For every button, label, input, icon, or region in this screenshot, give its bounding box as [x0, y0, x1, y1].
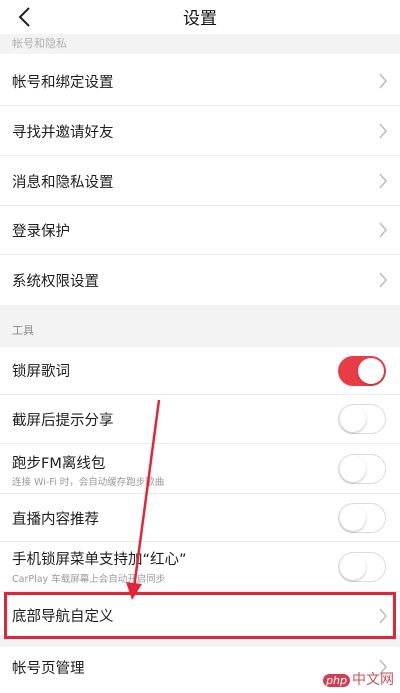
top-bar: 设置	[0, 0, 400, 34]
settings-row-system-permissions[interactable]: 系统权限设置	[0, 255, 400, 305]
chevron-right-icon	[379, 272, 387, 288]
row-label: 帐号页管理	[12, 661, 85, 677]
settings-row-bottom-nav-customize[interactable]: 底部导航自定义	[0, 592, 400, 639]
watermark-text: 中文网	[352, 672, 394, 688]
section-label: 帐号和隐私	[12, 37, 67, 50]
settings-row-live-recommend: 直播内容推荐	[0, 494, 400, 542]
section-header-account: 帐号和隐私	[0, 34, 400, 54]
row-label: 手机锁屏菜单支持加“红心”	[12, 552, 187, 568]
row-label: 消息和隐私设置	[12, 175, 114, 191]
toggle-knob	[340, 505, 366, 531]
settings-row-screenshot-share: 截屏后提示分享	[0, 395, 400, 444]
live-recommend-toggle[interactable]	[338, 503, 386, 533]
row-sublabel: CarPlay 车载屏幕上会自动开启同步	[12, 574, 166, 585]
watermark-logo: php	[323, 674, 350, 687]
settings-row-lockscreen-lyrics: 锁屏歌词	[0, 347, 400, 395]
toggle-knob	[340, 406, 366, 432]
settings-row-login-protection[interactable]: 登录保护	[0, 206, 400, 255]
section-header-tools: 工具	[0, 305, 400, 347]
row-label: 锁屏歌词	[12, 364, 70, 380]
row-sublabel: 连接 Wi-Fi 时，会自动缓存跑步歌曲	[12, 477, 165, 488]
settings-row-lockscreen-heart: 手机锁屏菜单支持加“红心” CarPlay 车载屏幕上会自动开启同步	[0, 542, 400, 592]
screenshot-share-toggle[interactable]	[338, 404, 386, 434]
chevron-right-icon	[379, 173, 387, 189]
row-label: 跑步FM离线包	[12, 456, 106, 472]
settings-row-message-privacy[interactable]: 消息和隐私设置	[0, 156, 400, 206]
section-label: 工具	[12, 324, 34, 337]
row-label: 直播内容推荐	[12, 512, 99, 528]
row-label: 寻找并邀请好友	[12, 125, 114, 141]
chevron-right-icon	[379, 222, 387, 238]
settings-row-account-binding[interactable]: 帐号和绑定设置	[0, 57, 400, 106]
settings-row-running-fm-offline: 跑步FM离线包 连接 Wi-Fi 时，会自动缓存跑步歌曲	[0, 444, 400, 494]
row-label: 底部导航自定义	[12, 609, 114, 625]
chevron-right-icon	[379, 608, 387, 624]
toggle-knob	[340, 554, 366, 580]
running-fm-offline-toggle[interactable]	[338, 454, 386, 484]
toggle-knob	[358, 358, 384, 384]
page-title: 设置	[183, 9, 217, 29]
section-gap	[0, 639, 400, 647]
row-label: 截屏后提示分享	[12, 413, 114, 429]
row-label: 登录保护	[12, 224, 70, 240]
row-label: 帐号和绑定设置	[12, 75, 114, 91]
watermark: php 中文网	[323, 669, 394, 689]
settings-row-invite-friends[interactable]: 寻找并邀请好友	[0, 106, 400, 156]
lockscreen-lyrics-toggle[interactable]	[338, 356, 386, 386]
chevron-right-icon	[379, 123, 387, 139]
toggle-knob	[340, 456, 366, 482]
row-label: 系统权限设置	[12, 274, 99, 290]
chevron-right-icon	[379, 73, 387, 89]
lockscreen-heart-toggle[interactable]	[338, 552, 386, 582]
